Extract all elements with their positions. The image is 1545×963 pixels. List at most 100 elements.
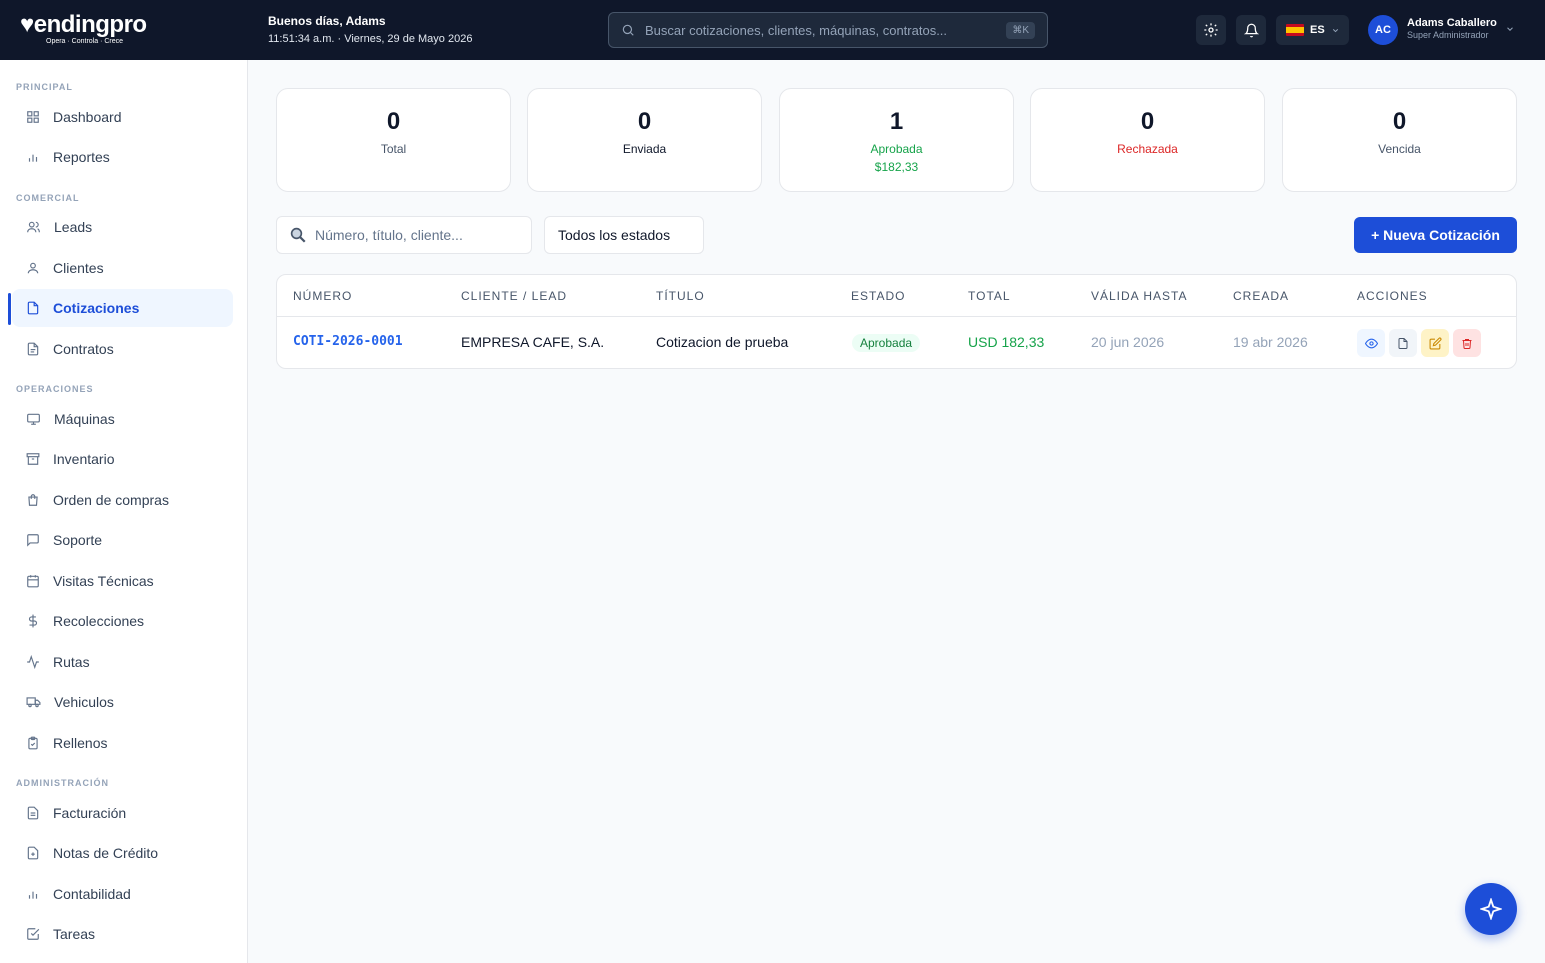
column-header-valida-hasta[interactable]: VÁLIDA HASTA [1091, 289, 1187, 303]
stat-label: Aprobada [870, 142, 923, 156]
grid-icon [27, 111, 39, 123]
sidebar-item-rellenos[interactable]: Rellenos [12, 724, 233, 762]
activity-icon [27, 655, 39, 669]
notifications-button[interactable] [1236, 15, 1266, 45]
sidebar-item-label: Vehiculos [54, 694, 114, 710]
sparkle-icon [1480, 898, 1502, 920]
sidebar-item-rutas[interactable]: Rutas [12, 643, 233, 681]
sidebar-item-orden-de-compras[interactable]: Orden de compras [12, 481, 233, 519]
quote-search-input[interactable]: Número, título, cliente... [276, 216, 532, 254]
users-icon [27, 221, 40, 233]
settings-button[interactable] [1196, 15, 1226, 45]
status-filter-select[interactable]: Todos los estados [544, 216, 704, 254]
search-placeholder: Buscar cotizaciones, clientes, máquinas,… [645, 22, 948, 38]
sidebar-item-soporte[interactable]: Soporte [12, 521, 233, 559]
stat-card-rechazada[interactable]: 0 Rechazada [1030, 88, 1265, 192]
view-button[interactable] [1357, 329, 1385, 357]
bar-chart-icon [28, 154, 38, 162]
sidebar-item-notas-de-credito[interactable]: Notas de Crédito [12, 834, 233, 872]
stat-label: Vencida [1378, 142, 1421, 156]
check-square-icon [27, 928, 40, 940]
sidebar-item-label: Orden de compras [53, 492, 169, 508]
stat-card-enviada[interactable]: 0 Enviada [527, 88, 762, 192]
sidebar: PRINCIPAL Dashboard Reportes COMERCIAL L… [0, 60, 248, 963]
ai-assistant-button[interactable] [1465, 883, 1517, 935]
sidebar-item-label: Contabilidad [53, 886, 131, 902]
sidebar-item-tareas[interactable]: Tareas [12, 915, 233, 953]
column-header-cliente[interactable]: CLIENTE / LEAD [461, 289, 567, 303]
user-menu[interactable]: Adams Caballero Super Administrador [1407, 17, 1497, 41]
sidebar-item-inventario[interactable]: Inventario [12, 440, 233, 478]
file-text-icon [27, 342, 39, 356]
magnifier-icon [290, 227, 306, 243]
sidebar-item-visitas-tecnicas[interactable]: Visitas Técnicas [12, 562, 233, 600]
sidebar-item-reportes[interactable]: Reportes [12, 138, 233, 176]
brand-text: endingpro [33, 11, 147, 38]
sidebar-item-recolecciones[interactable]: Recolecciones [12, 602, 233, 640]
eye-icon [1364, 338, 1378, 348]
sidebar-item-contabilidad[interactable]: Contabilidad [12, 875, 233, 913]
sidebar-item-label: Notas de Crédito [53, 845, 159, 861]
cell-cliente: EMPRESA CAFE, S.A. [461, 334, 605, 350]
column-header-numero[interactable]: NÚMERO [293, 289, 352, 303]
pdf-button[interactable] [1389, 329, 1417, 357]
column-header-titulo[interactable]: TÍTULO [656, 289, 705, 303]
document-icon [1398, 337, 1408, 349]
quote-number-link[interactable]: COTI-2026-0001 [293, 334, 403, 350]
file-plus-icon [27, 846, 39, 860]
sidebar-item-label: Contratos [53, 341, 114, 357]
sidebar-item-dashboard[interactable]: Dashboard [12, 98, 233, 136]
sidebar-item-label: Cotizaciones [53, 300, 140, 316]
language-selector[interactable]: ES [1276, 15, 1349, 45]
spain-flag-icon [1286, 24, 1304, 36]
column-header-estado[interactable]: ESTADO [851, 289, 905, 303]
sidebar-item-contratos[interactable]: Contratos [12, 330, 233, 368]
logo-mark-icon: ♥ [20, 11, 34, 38]
stat-value: 0 [1392, 108, 1407, 135]
section-title-principal: PRINCIPAL [16, 82, 73, 92]
stat-value: 0 [1140, 108, 1155, 135]
sidebar-item-maquinas[interactable]: Máquinas [12, 400, 233, 438]
sidebar-item-label: Facturación [53, 805, 127, 821]
cell-total: USD 182,33 [968, 334, 1045, 350]
chevron-down-icon[interactable] [1505, 24, 1515, 34]
stat-card-aprobada[interactable]: 1 Aprobada $182,33 [779, 88, 1014, 192]
cell-titulo: Cotizacion de prueba [656, 334, 789, 350]
stat-card-total[interactable]: 0 Total [276, 88, 511, 192]
shopping-bag-icon [28, 494, 38, 506]
stat-value: 1 [889, 108, 904, 135]
sidebar-item-label: Rellenos [53, 735, 108, 751]
section-title-operaciones: OPERACIONES [16, 384, 94, 394]
stat-label: Enviada [622, 142, 667, 156]
cell-valida-hasta: 20 jun 2026 [1091, 334, 1165, 350]
column-header-total[interactable]: TOTAL [968, 289, 1011, 303]
sidebar-item-clientes[interactable]: Clientes [12, 249, 233, 287]
stat-value: 0 [637, 108, 652, 135]
clipboard-icon [28, 736, 38, 750]
delete-button[interactable] [1453, 329, 1481, 357]
quotes-table: NÚMERO CLIENTE / LEAD TÍTULO ESTADO TOTA… [276, 274, 1517, 369]
file-icon [27, 301, 39, 315]
stat-card-vencida[interactable]: 0 Vencida [1282, 88, 1517, 192]
calendar-icon [27, 575, 39, 588]
sidebar-item-facturacion[interactable]: Facturación [12, 794, 233, 832]
trash-icon [1462, 338, 1472, 349]
sidebar-item-label: Clientes [53, 260, 104, 276]
sidebar-item-cotizaciones[interactable]: Cotizaciones [12, 289, 233, 327]
active-indicator [8, 293, 11, 325]
column-header-creada[interactable]: CREADA [1233, 289, 1289, 303]
chevron-down-icon [1332, 28, 1338, 32]
global-search-input[interactable]: Buscar cotizaciones, clientes, máquinas,… [608, 12, 1048, 48]
user-avatar[interactable]: AC [1368, 15, 1398, 45]
brand-logo[interactable]: ♥endingpro Opera · Controla · Crece [20, 12, 160, 48]
sidebar-item-vehiculos[interactable]: Vehiculos [12, 683, 233, 721]
stat-value: 0 [386, 108, 401, 135]
top-bar: ♥endingpro Opera · Controla · Crece Buen… [0, 0, 1545, 60]
edit-button[interactable] [1421, 329, 1449, 357]
sidebar-item-label: Máquinas [54, 411, 115, 427]
sidebar-item-leads[interactable]: Leads [12, 208, 233, 246]
section-title-administracion: ADMINISTRACIÓN [16, 778, 109, 788]
sidebar-item-label: Tareas [53, 926, 96, 942]
new-quote-button[interactable]: + Nueva Cotización [1354, 217, 1517, 253]
bar-chart-icon [28, 891, 38, 899]
